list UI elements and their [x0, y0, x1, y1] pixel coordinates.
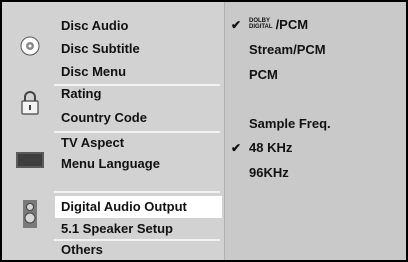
setup-menu: Disc Audio Disc Subtitle Disc Menu Ratin… [0, 0, 408, 262]
disc-icon [20, 36, 40, 61]
dolby-digital-logo: DOLBY DIGITAL [249, 17, 273, 30]
check-icon: ✔ [231, 18, 242, 32]
check-icon: ✔ [231, 141, 242, 155]
menu-panel: Disc Audio Disc Subtitle Disc Menu Ratin… [2, 2, 225, 260]
speaker-icon [22, 200, 38, 233]
lock-icon [20, 91, 40, 120]
menu-item-tv-aspect[interactable]: TV Aspect [55, 132, 222, 154]
menu-item-country-code[interactable]: Country Code [55, 107, 222, 129]
menu-item-disc-audio[interactable]: Disc Audio [55, 15, 222, 37]
divider [54, 191, 220, 193]
menu-item-speaker-setup[interactable]: 5.1 Speaker Setup [55, 218, 222, 240]
tv-icon [16, 152, 44, 173]
menu-item-disc-subtitle[interactable]: Disc Subtitle [55, 38, 222, 60]
menu-item-others[interactable]: Others [55, 239, 222, 260]
menu-item-menu-language[interactable]: Menu Language [55, 153, 222, 175]
options-panel: ✔ DOLBY DIGITAL /PCM Stream/PCM PCM Samp… [225, 2, 406, 260]
menu-item-rating[interactable]: Rating [55, 83, 222, 105]
menu-item-digital-audio-output[interactable]: Digital Audio Output [55, 196, 222, 218]
menu-item-disc-menu[interactable]: Disc Menu [55, 61, 222, 83]
